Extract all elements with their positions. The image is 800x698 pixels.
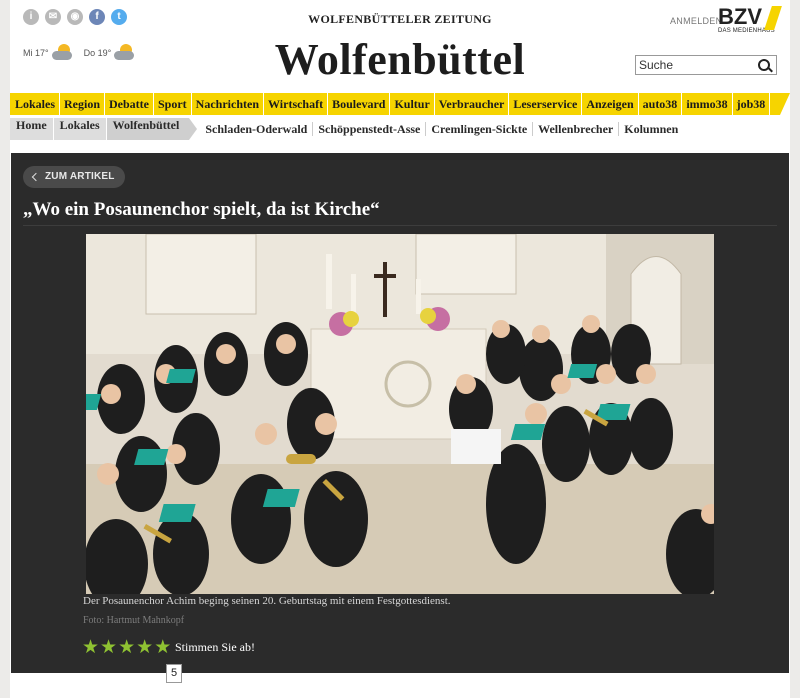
rating-count: 5 — [166, 664, 182, 683]
divider — [23, 225, 777, 226]
nav-item-region[interactable]: Region — [60, 93, 106, 115]
nav-item-leserservice[interactable]: Leserservice — [509, 93, 583, 115]
photo-credit: Foto: Hartmut Mahnkopf — [83, 615, 185, 626]
search-icon[interactable] — [758, 59, 770, 71]
back-to-article-button[interactable]: ZUM ARTIKEL — [23, 166, 125, 188]
gallery-panel: ZUM ARTIKEL „Wo ein Posaunenchor spielt,… — [11, 153, 789, 683]
photo-caption: Der Posaunenchor Achim beging seinen 20.… — [83, 595, 451, 607]
nav-item-immo38[interactable]: immo38 — [682, 93, 733, 115]
subnav-link[interactable]: Schöppenstedt-Asse — [313, 122, 427, 136]
star-icon[interactable]: ★ — [100, 637, 117, 657]
nav-item-anzeigen[interactable]: Anzeigen — [582, 93, 639, 115]
main-nav: Lokales Region Debatte Sport Nachrichten… — [10, 93, 790, 115]
nav-item-debatte[interactable]: Debatte — [105, 93, 154, 115]
site-header: i ✉ ◉ f t Mi 17° Do 19° WOLFENBÜTTELER Z… — [10, 0, 790, 92]
subnav-link[interactable]: Kolumnen — [619, 122, 683, 136]
login-link[interactable]: ANMELDEN — [670, 16, 722, 26]
nav-item-verbraucher[interactable]: Verbraucher — [435, 93, 510, 115]
star-icon[interactable]: ★ — [136, 637, 153, 657]
nav-fold — [780, 93, 790, 115]
search-input[interactable] — [636, 57, 751, 73]
subnav-link[interactable]: Cremlingen-Sickte — [426, 122, 534, 136]
article-title: „Wo ein Posaunenchor spielt, da ist Kirc… — [23, 199, 380, 220]
star-icon[interactable]: ★ — [154, 637, 171, 657]
vote-label: Stimmen Sie ab! — [175, 640, 255, 654]
nav-item-kultur[interactable]: Kultur — [390, 93, 435, 115]
subnav-link[interactable]: Wellenbrecher — [533, 122, 620, 136]
search-box — [635, 55, 777, 75]
breadcrumb-lokales[interactable]: Lokales — [53, 118, 106, 140]
star-rating[interactable]: ★ ★ ★ ★ ★ — [82, 637, 171, 657]
nav-item-nachrichten[interactable]: Nachrichten — [192, 93, 264, 115]
page: i ✉ ◉ f t Mi 17° Do 19° WOLFENBÜTTELER Z… — [10, 0, 790, 698]
subnav-links: Schladen-Oderwald Schöppenstedt-Asse Cre… — [200, 122, 683, 136]
star-icon[interactable]: ★ — [82, 637, 99, 657]
article-photo[interactable] — [86, 234, 714, 594]
nav-item-job38[interactable]: job38 — [733, 93, 771, 115]
nav-item-boulevard[interactable]: Boulevard — [328, 93, 391, 115]
sub-nav: Home Lokales Wolfenbüttel Schladen-Oderw… — [10, 118, 790, 140]
nav-item-sport[interactable]: Sport — [154, 93, 192, 115]
photo-illustration — [86, 234, 714, 594]
nav-item-auto38[interactable]: auto38 — [639, 93, 683, 115]
breadcrumb-home[interactable]: Home — [10, 118, 53, 140]
bzv-logo[interactable]: BZV DAS MEDIENHAUS — [718, 6, 782, 40]
subnav-link[interactable]: Schladen-Oderwald — [200, 122, 314, 136]
star-icon[interactable]: ★ — [118, 637, 135, 657]
breadcrumb-wolfenbuettel[interactable]: Wolfenbüttel — [106, 118, 197, 140]
nav-item-lokales[interactable]: Lokales — [10, 93, 61, 115]
nav-item-wirtschaft[interactable]: Wirtschaft — [264, 93, 329, 115]
